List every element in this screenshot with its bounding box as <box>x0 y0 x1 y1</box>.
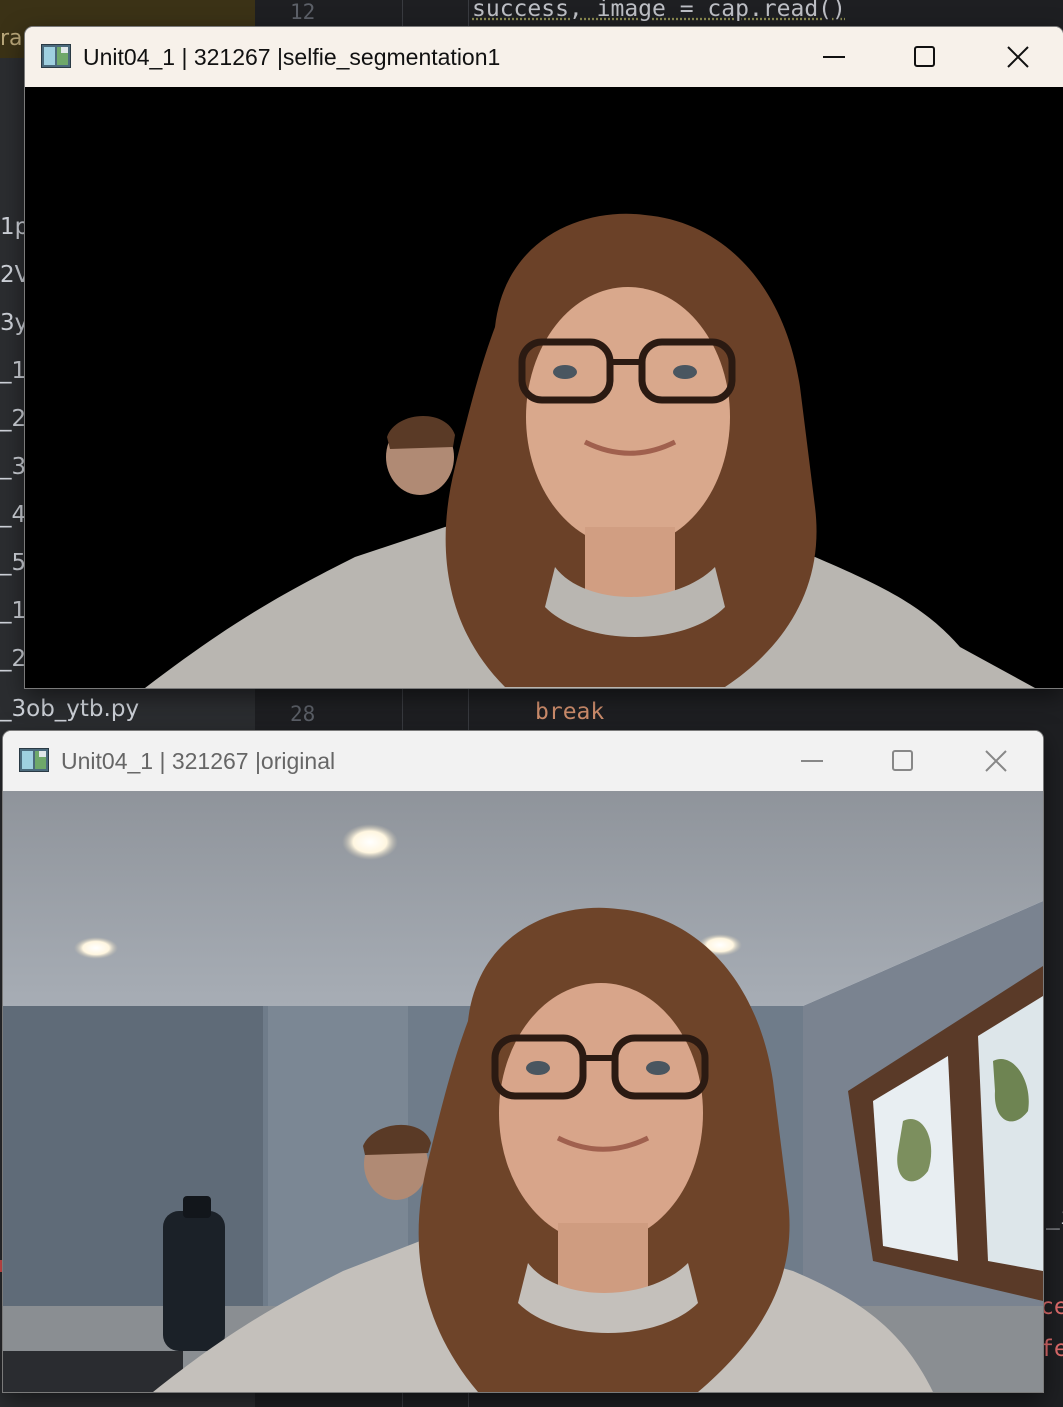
maximize-icon <box>914 46 935 67</box>
minimize-icon <box>823 56 845 58</box>
window-title: Unit04_1 | 321267 |selfie_segmentation1 <box>83 44 501 70</box>
segmented-frame <box>25 87 1063 688</box>
code-fragment: ce <box>1040 1294 1063 1320</box>
window-title: Unit04_1 | 321267 |original <box>61 748 336 774</box>
close-icon <box>985 750 1007 772</box>
maximize-button[interactable] <box>880 27 970 87</box>
code-fragment: fe <box>1040 1336 1063 1362</box>
app-icon <box>41 44 71 68</box>
line-number: 12 <box>290 0 316 24</box>
close-icon <box>1007 46 1029 68</box>
webcam-image <box>3 791 1043 1392</box>
minimize-button[interactable] <box>767 731 857 791</box>
segmented-person-image <box>145 213 1035 688</box>
maximize-icon <box>892 750 913 771</box>
selected-file-label: ra <box>0 26 23 51</box>
close-button[interactable] <box>973 27 1063 87</box>
title-bar[interactable]: Unit04_1 | 321267 |original <box>3 731 1043 791</box>
file-item[interactable]: 3y <box>0 310 28 336</box>
file-item[interactable]: _3ob_ytb.py <box>0 696 139 722</box>
original-window[interactable]: Unit04_1 | 321267 |original <box>3 731 1043 1392</box>
line-number: 28 <box>290 702 316 726</box>
code-line[interactable]: success, image = cap.read() <box>472 0 846 22</box>
minimize-icon <box>801 760 823 762</box>
minimize-button[interactable] <box>789 27 879 87</box>
app-icon <box>19 748 49 772</box>
segmentation-window[interactable]: Unit04_1 | 321267 |selfie_segmentation1 <box>25 27 1063 688</box>
maximize-button[interactable] <box>858 731 948 791</box>
title-bar[interactable]: Unit04_1 | 321267 |selfie_segmentation1 <box>25 27 1063 87</box>
code-line[interactable]: break <box>535 699 604 725</box>
original-frame <box>3 791 1043 1392</box>
code-fragment: _i <box>1046 1204 1063 1230</box>
close-button[interactable] <box>951 731 1041 791</box>
